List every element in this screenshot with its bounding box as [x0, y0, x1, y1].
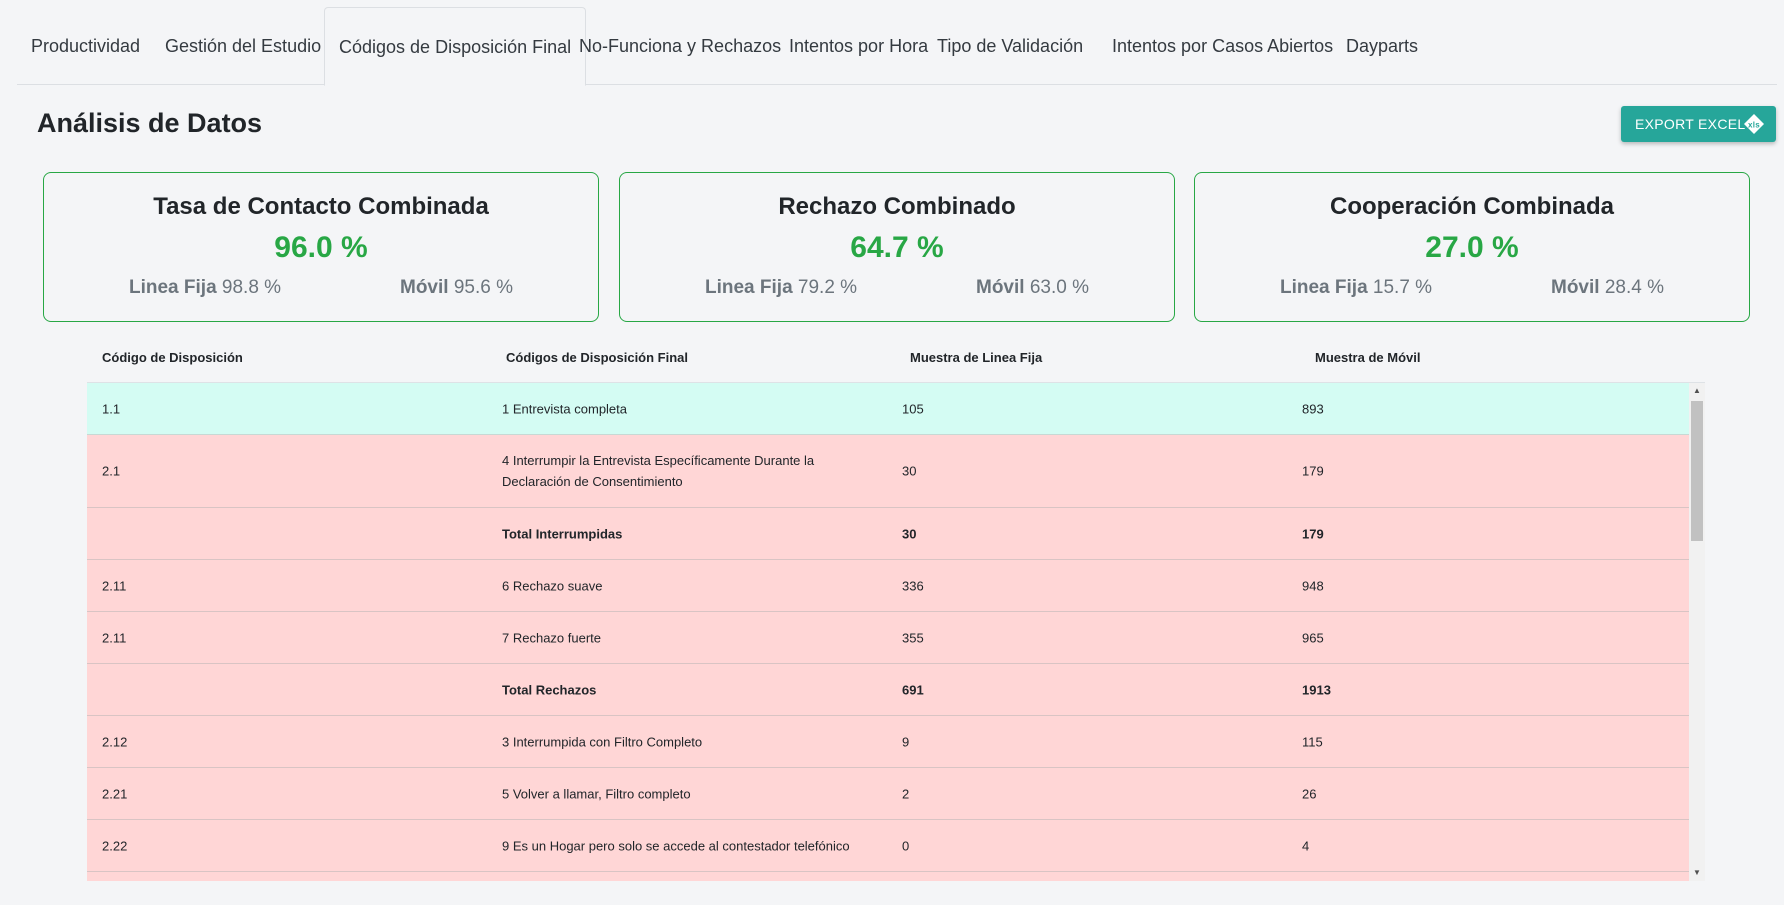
cell-muestra-fija: 691: [902, 682, 924, 697]
table-row: 2.11 7 Rechazo fuerte 355 965: [87, 612, 1689, 664]
card-movil: Móvil 28.4 %: [1551, 277, 1664, 299]
cell-codigo-final: 3 Interrumpida con Filtro Completo: [502, 734, 703, 749]
movil-label: Móvil: [400, 277, 449, 298]
export-excel-button[interactable]: EXPORT EXCEL xls: [1621, 106, 1776, 142]
cell-muestra-movil: 948: [1302, 578, 1324, 593]
cell-muestra-movil: 893: [1302, 401, 1324, 416]
cell-codigo-final: Total Rechazos: [502, 682, 597, 697]
cell-codigo-final: 9 Es un Hogar pero solo se accede al con…: [502, 838, 850, 853]
table-row: 1.1 1 Entrevista completa 105 893: [87, 383, 1689, 435]
tab-dayparts[interactable]: Dayparts: [1332, 7, 1432, 86]
linea-fija-value: 79.2 %: [797, 277, 858, 298]
cell-muestra-fija: 30: [902, 463, 917, 479]
table-header: Código de Disposición Códigos de Disposi…: [87, 338, 1705, 383]
cell-muestra-movil: 115: [1302, 734, 1323, 749]
card-linea-fija: Linea Fija 15.7 %: [1280, 277, 1432, 299]
linea-fija-value: 15.7 %: [1372, 277, 1433, 298]
card-title: Cooperación Combinada: [1329, 193, 1615, 220]
card-rechazo: Rechazo Combinado 64.7 % Linea Fija 79.2…: [619, 172, 1175, 322]
card-cooperacion: Cooperación Combinada 27.0 % Linea Fija …: [1194, 172, 1750, 322]
card-title: Tasa de Contacto Combinada: [153, 193, 489, 220]
cell-codigo: 2.21: [102, 786, 128, 801]
cell-muestra-fija: 336: [902, 578, 924, 593]
excel-file-icon: xls: [1744, 114, 1764, 134]
tab-tipo-validacion[interactable]: Tipo de Validación: [923, 7, 1097, 86]
cell-muestra-movil: 179: [1302, 463, 1324, 479]
cell-muestra-movil: 26: [1302, 786, 1317, 801]
table-row: 2.12 3 Interrumpida con Filtro Completo …: [87, 716, 1689, 768]
cell-codigo-final: 5 Volver a llamar, Filtro completo: [502, 786, 691, 801]
tab-productividad[interactable]: Productividad: [17, 7, 154, 86]
card-value: 64.7 %: [850, 231, 944, 264]
tab-no-funciona-rechazos[interactable]: No-Funciona y Rechazos: [565, 7, 795, 86]
cell-codigo-final: 7 Rechazo fuerte: [502, 630, 602, 645]
cell-codigo: 2.11: [102, 630, 127, 645]
cell-muestra-movil: 965: [1302, 630, 1324, 645]
linea-fija-label: Linea Fija: [1280, 277, 1368, 298]
scroll-down-arrow-icon[interactable]: ▼: [1689, 865, 1705, 881]
card-linea-fija: Linea Fija 79.2 %: [705, 277, 857, 299]
cell-codigo: 2.12: [102, 734, 128, 749]
column-header-muestra-movil[interactable]: Muestra de Móvil: [1315, 350, 1420, 365]
linea-fija-label: Linea Fija: [129, 277, 217, 298]
table-row: 2.1 4 Interrumpir la Entrevista Específi…: [87, 435, 1689, 508]
cell-codigo: 2.11: [102, 578, 127, 593]
table-row: 2.22 9 Es un Hogar pero solo se accede a…: [87, 820, 1689, 872]
cell-muestra-movil: 179: [1302, 526, 1324, 541]
column-header-codigos-final[interactable]: Códigos de Disposición Final: [506, 350, 688, 365]
movil-label: Móvil: [976, 277, 1025, 298]
table-row-partial: [87, 872, 1689, 881]
table-row-total: Total Rechazos 691 1913: [87, 664, 1689, 716]
cell-codigo: 2.22: [102, 838, 128, 853]
tab-gestion-estudio[interactable]: Gestión del Estudio: [151, 7, 335, 86]
scrollbar-thumb[interactable]: [1691, 401, 1703, 541]
scroll-up-arrow-icon[interactable]: ▲: [1689, 383, 1705, 399]
cell-muestra-movil: 1913: [1302, 682, 1331, 697]
cell-muestra-fija: 355: [902, 630, 924, 645]
card-movil: Móvil 95.6 %: [400, 277, 513, 299]
svg-text:xls: xls: [1748, 121, 1760, 130]
movil-label: Móvil: [1551, 277, 1600, 298]
page-title: Análisis de Datos: [37, 108, 263, 138]
tab-bar: Productividad Gestión del Estudio Código…: [17, 0, 1777, 86]
cell-codigo: 1.1: [102, 401, 121, 416]
movil-value: 63.0 %: [1029, 277, 1089, 298]
cell-codigo-final: Total Interrumpidas: [502, 526, 623, 541]
column-header-muestra-fija[interactable]: Muestra de Linea Fija: [910, 350, 1042, 365]
table-scrollbar[interactable]: ▲ ▼: [1689, 383, 1705, 881]
card-tasa-contacto: Tasa de Contacto Combinada 96.0 % Linea …: [43, 172, 599, 322]
table-row: 2.11 6 Rechazo suave 336 948: [87, 560, 1689, 612]
linea-fija-label: Linea Fija: [705, 277, 793, 298]
cell-muestra-fija: 0: [902, 838, 910, 853]
linea-fija-value: 98.8 %: [221, 277, 282, 298]
cell-muestra-movil: 4: [1302, 838, 1310, 853]
table-row-total: Total Interrumpidas 30 179: [87, 508, 1689, 560]
card-movil: Móvil 63.0 %: [976, 277, 1089, 299]
cell-muestra-fija: 105: [902, 401, 924, 416]
tab-intentos-casos-abiertos[interactable]: Intentos por Casos Abiertos: [1098, 7, 1347, 86]
cell-codigo-final: 4 Interrumpir la Entrevista Específicame…: [502, 453, 815, 489]
movil-value: 95.6 %: [453, 277, 513, 298]
export-excel-label: EXPORT EXCEL: [1635, 116, 1746, 132]
tab-intentos-por-hora[interactable]: Intentos por Hora: [775, 7, 942, 86]
table-body: 1.1 1 Entrevista completa 105 893 2.1 4 …: [87, 383, 1689, 881]
cell-muestra-fija: 9: [902, 734, 910, 749]
column-header-codigo[interactable]: Código de Disposición: [102, 350, 243, 365]
card-title: Rechazo Combinado: [778, 193, 1016, 220]
tab-codigos-disposicion-final[interactable]: Códigos de Disposición Final: [324, 7, 587, 86]
cell-muestra-fija: 2: [902, 786, 910, 801]
movil-value: 28.4 %: [1604, 277, 1664, 298]
cell-codigo-final: 1 Entrevista completa: [502, 401, 628, 416]
cell-codigo: 2.1: [102, 463, 121, 479]
card-linea-fija: Linea Fija 98.8 %: [129, 277, 281, 299]
cell-codigo-final: 6 Rechazo suave: [502, 578, 603, 593]
table-row: 2.21 5 Volver a llamar, Filtro completo …: [87, 768, 1689, 820]
card-value: 27.0 %: [1425, 231, 1519, 264]
card-value: 96.0 %: [274, 231, 368, 264]
cell-muestra-fija: 30: [902, 526, 917, 541]
